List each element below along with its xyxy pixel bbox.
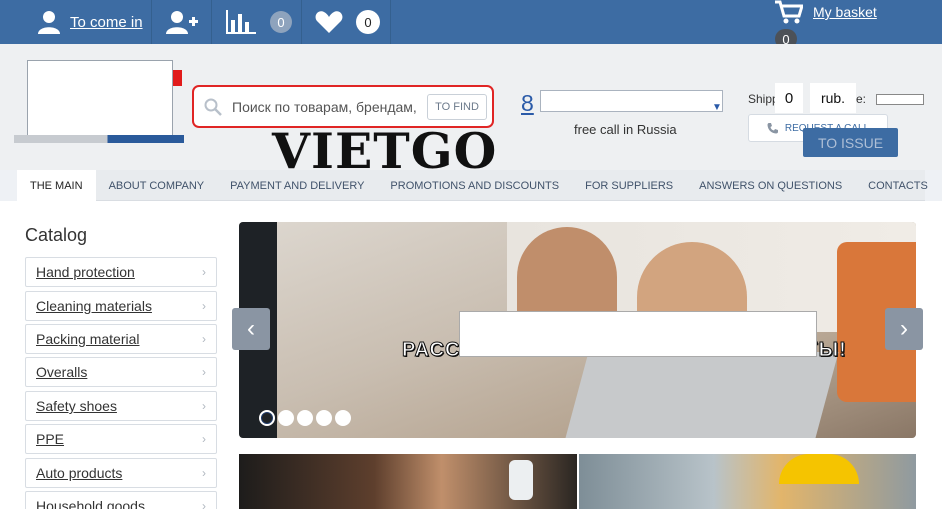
cart-item-count: 0 [775, 83, 803, 113]
slider-prev-button[interactable]: ‹ [232, 308, 270, 350]
compare-count: 0 [270, 11, 292, 33]
heart-icon [315, 11, 343, 33]
login-link[interactable]: To come in [38, 0, 143, 44]
add-user-icon [166, 11, 198, 34]
catalog-item[interactable]: Auto products › [25, 458, 217, 488]
user-icon [38, 11, 60, 34]
slider-dot[interactable] [335, 410, 351, 426]
catalog-item[interactable]: Cleaning materials › [25, 291, 217, 321]
logo[interactable] [27, 60, 173, 137]
catalog-item[interactable]: Packing material › [25, 324, 217, 354]
chevron-right-icon: › [202, 432, 206, 446]
bar-chart-icon [226, 10, 256, 34]
chevron-right-icon: › [202, 399, 206, 413]
phone-number[interactable]: 8 [521, 90, 534, 117]
search-icon [204, 98, 222, 116]
promo-banner-right[interactable] [579, 454, 916, 509]
free-call-text: free call in Russia [574, 122, 677, 137]
catalog-item[interactable]: Overalls › [25, 357, 217, 387]
catalog-item-label[interactable]: Cleaning materials [36, 298, 152, 314]
logo-stripe [14, 135, 184, 143]
catalog-sidebar: Catalog Hand protection › Cleaning materi… [0, 201, 230, 509]
nav-item-faq[interactable]: ANSWERS ON QUESTIONS [686, 170, 855, 201]
logo-accent [173, 70, 182, 86]
search-input[interactable] [232, 96, 424, 118]
checkout-button[interactable]: TO ISSUE [803, 128, 898, 157]
catalog-item[interactable]: Hand protection › [25, 257, 217, 287]
top-bar: To come in 0 0 My basket [0, 0, 942, 44]
nav-item-promotions[interactable]: PROMOTIONS AND DISCOUNTS [377, 170, 572, 201]
cart-icon [775, 0, 803, 24]
register-button[interactable] [166, 0, 198, 44]
slider-dot[interactable] [316, 410, 332, 426]
slider-dot[interactable] [297, 410, 313, 426]
basket-label[interactable]: My basket [813, 4, 877, 20]
slider-next-button[interactable]: › [885, 308, 923, 350]
compare-button[interactable]: 0 [226, 0, 292, 44]
nav-item-contacts[interactable]: CONTACTS [855, 170, 941, 201]
chevron-down-icon[interactable]: ▼ [712, 102, 722, 113]
catalog-item-label[interactable]: Household goods [36, 498, 145, 509]
chevron-right-icon: › [202, 466, 206, 480]
catalog-item[interactable]: Safety shoes › [25, 391, 217, 421]
find-button[interactable]: TO FIND [427, 94, 487, 120]
nav-item-about[interactable]: ABOUT COMPANY [96, 170, 218, 201]
slider-dots [259, 410, 351, 426]
nav-item-payment[interactable]: PAYMENT AND DELIVERY [217, 170, 377, 201]
catalog-item[interactable]: PPE › [25, 424, 217, 454]
slider-dot[interactable] [278, 410, 294, 426]
chevron-right-icon: › [202, 299, 206, 313]
chevron-right-icon: › [202, 332, 206, 346]
catalog-item-label[interactable]: PPE [36, 431, 64, 447]
login-label[interactable]: To come in [70, 14, 143, 31]
slider-dot[interactable] [259, 410, 275, 426]
catalog-item-label[interactable]: Auto products [36, 465, 122, 481]
chevron-right-icon: › [202, 365, 206, 379]
catalog-title: Catalog [25, 225, 88, 245]
phone-redacted [540, 90, 723, 112]
slide-caption-redacted [459, 311, 817, 357]
catalog-item-label[interactable]: Safety shoes [36, 398, 117, 414]
catalog-item[interactable]: Household goods › [25, 491, 217, 509]
catalog-item-label[interactable]: Overalls [36, 364, 87, 380]
cart-currency: rub. [810, 83, 856, 113]
main-nav: THE MAIN ABOUT COMPANY PAYMENT AND DELIV… [17, 170, 928, 201]
chevron-right-icon: › [202, 265, 206, 279]
chevron-right-icon: › [202, 499, 206, 509]
phone-icon [767, 123, 778, 134]
favorites-count: 0 [356, 10, 380, 34]
shipping-value [876, 94, 924, 105]
catalog-item-label[interactable]: Packing material [36, 331, 140, 347]
catalog-item-label[interactable]: Hand protection [36, 264, 135, 280]
nav-item-suppliers[interactable]: FOR SUPPLIERS [572, 170, 686, 201]
promo-slider[interactable]: РАССЫЛКА ПРАЙСОВ НА ВСЕ КЛИЕНТЫ! [239, 222, 916, 438]
favorites-button[interactable]: 0 [315, 0, 380, 44]
nav-item-main[interactable]: THE MAIN [17, 170, 96, 201]
promo-banner-left[interactable] [239, 454, 577, 509]
